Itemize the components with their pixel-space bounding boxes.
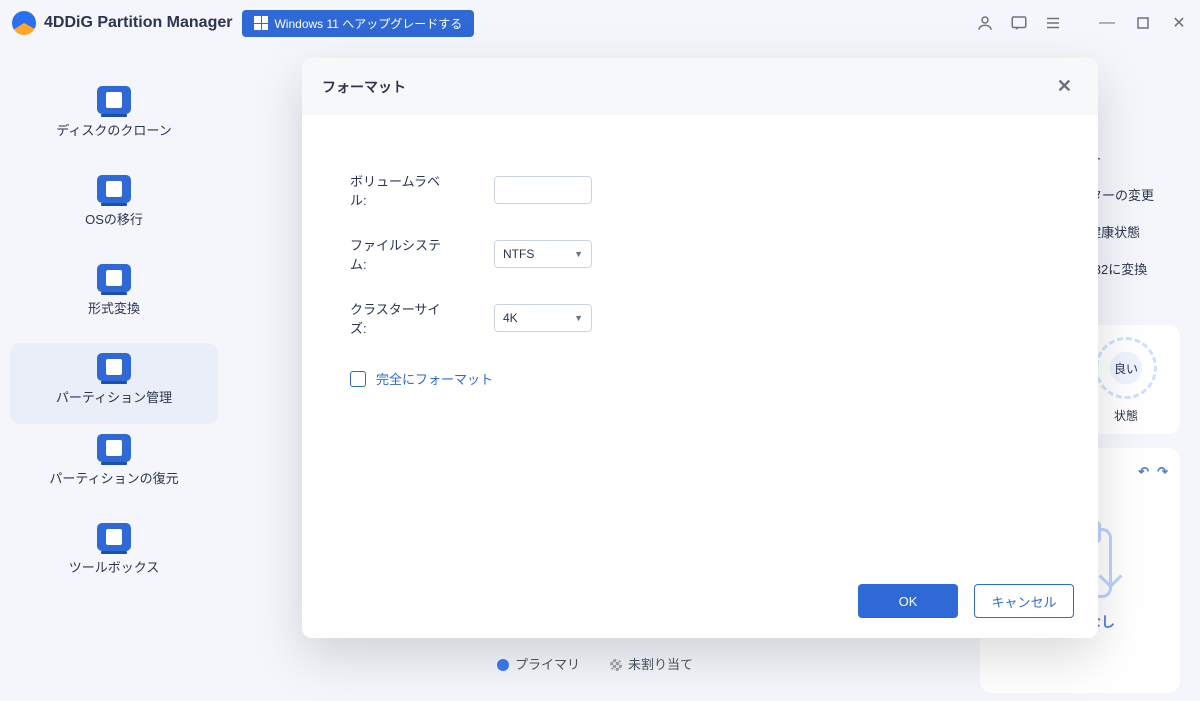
menu-icon[interactable]: [1044, 14, 1062, 32]
sidebar: ディスクのクローン OSの移行 形式変換 パーティション管理 パーティションの復…: [0, 46, 228, 701]
sidebar-item-os-migrate[interactable]: OSの移行: [0, 165, 228, 254]
filesystem-value: NTFS: [503, 247, 534, 261]
upgrade-label: Windows 11 へアップグレードする: [274, 15, 462, 32]
sidebar-item-label: パーティションの復元: [49, 468, 178, 487]
app-logo-icon: [12, 11, 36, 35]
dialog-title: フォーマット: [322, 77, 406, 97]
full-format-label: 完全にフォーマット: [376, 369, 493, 388]
cancel-button[interactable]: キャンセル: [974, 584, 1074, 618]
checkbox-icon: [350, 371, 366, 387]
windows-icon: [254, 16, 268, 30]
cluster-size-select[interactable]: 4K ▼: [494, 304, 592, 332]
feedback-icon[interactable]: [1010, 14, 1028, 32]
cluster-label: クラスターサイズ:: [350, 299, 454, 337]
chevron-down-icon: ▼: [574, 313, 583, 323]
convert-icon: [97, 264, 131, 292]
upgrade-windows-button[interactable]: Windows 11 へアップグレードする: [242, 10, 474, 37]
sidebar-item-convert[interactable]: 形式変換: [0, 254, 228, 343]
recovery-icon: [97, 434, 131, 462]
window-close-icon[interactable]: ✕: [1170, 14, 1188, 32]
volume-label-label: ボリュームラベル:: [350, 171, 454, 209]
chevron-down-icon: ▼: [574, 249, 583, 259]
window-maximize-icon[interactable]: [1134, 14, 1152, 32]
dialog-close-icon[interactable]: ✕: [1051, 74, 1078, 99]
format-dialog: フォーマット ✕ ボリュームラベル: ファイルシステム: NTFS ▼ クラスタ…: [302, 58, 1098, 638]
sidebar-item-partition-recovery[interactable]: パーティションの復元: [0, 424, 228, 513]
sidebar-item-label: 形式変換: [88, 298, 140, 317]
toolbox-icon: [97, 523, 131, 551]
cluster-value: 4K: [503, 311, 518, 325]
os-migrate-icon: [97, 175, 131, 203]
partition-icon: [97, 353, 131, 381]
filesystem-select[interactable]: NTFS ▼: [494, 240, 592, 268]
filesystem-label: ファイルシステム:: [350, 235, 454, 273]
user-icon[interactable]: [976, 14, 994, 32]
sidebar-item-toolbox[interactable]: ツールボックス: [0, 513, 228, 602]
window-minimize-icon[interactable]: —: [1098, 14, 1116, 32]
sidebar-item-label: ディスクのクローン: [56, 120, 171, 139]
app-title: 4DDiG Partition Manager: [44, 14, 232, 32]
dialog-body: ボリュームラベル: ファイルシステム: NTFS ▼ クラスターサイズ: 4K …: [302, 115, 1098, 568]
modal-overlay: フォーマット ✕ ボリュームラベル: ファイルシステム: NTFS ▼ クラスタ…: [200, 58, 1200, 701]
titlebar: 4DDiG Partition Manager Windows 11 へアップグ…: [0, 0, 1200, 46]
sidebar-item-disk-clone[interactable]: ディスクのクローン: [0, 76, 228, 165]
sidebar-item-label: パーティション管理: [56, 387, 172, 406]
ok-button[interactable]: OK: [858, 584, 958, 618]
dialog-header: フォーマット ✕: [302, 58, 1098, 115]
sidebar-item-label: OSの移行: [85, 209, 143, 228]
sidebar-item-partition-manage[interactable]: パーティション管理: [10, 343, 218, 424]
disk-clone-icon: [97, 86, 131, 114]
volume-label-input[interactable]: [494, 176, 592, 204]
full-format-checkbox[interactable]: 完全にフォーマット: [350, 369, 1050, 388]
titlebar-actions: — ✕: [976, 14, 1188, 32]
dialog-footer: OK キャンセル: [302, 568, 1098, 638]
sidebar-item-label: ツールボックス: [69, 557, 160, 576]
